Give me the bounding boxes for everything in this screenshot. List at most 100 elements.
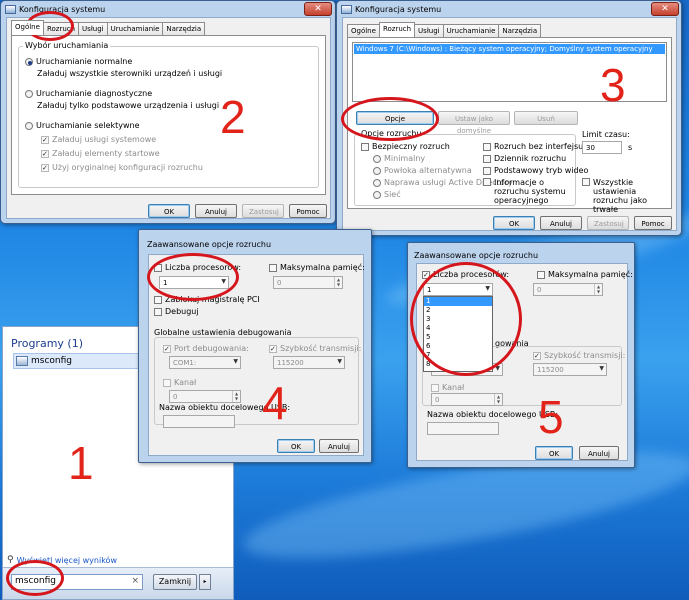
window-icon xyxy=(341,5,352,14)
debug-checkbox[interactable]: Debuguj xyxy=(154,307,199,316)
base-video-checkbox[interactable]: Podstawowy tryb wideo xyxy=(483,166,588,175)
checkbox-indicator xyxy=(483,142,491,151)
cancel-button[interactable]: Anuluj xyxy=(319,439,359,453)
normal-startup-desc: Załaduj wszystkie sterowniki urządzeń i … xyxy=(37,69,223,78)
tab-boot[interactable]: Rozruch xyxy=(378,22,416,37)
spinner-icon: ▲ ▼ xyxy=(334,277,342,288)
highlight-ring-search xyxy=(6,560,64,596)
cancel-button[interactable]: Anuluj xyxy=(579,446,619,460)
help-button[interactable]: Pomoc xyxy=(634,216,672,230)
ok-button[interactable]: OK xyxy=(148,204,190,218)
radio-indicator xyxy=(373,154,381,163)
debug-port-checkbox[interactable]: Port debugowania: xyxy=(163,344,249,353)
apply-button[interactable]: Zastosuj xyxy=(242,204,284,218)
search-icon: ⚲ xyxy=(7,555,14,565)
os-entry[interactable]: Windows 7 (C:\Windows) : Bieżący system … xyxy=(354,44,665,54)
channel-checkbox[interactable]: Kanał xyxy=(163,378,196,387)
highlight-ring-dropdown xyxy=(410,262,522,376)
debug-port-dropdown[interactable]: COM1: ▼ xyxy=(169,356,241,369)
checkbox-indicator xyxy=(269,263,277,272)
tab-general[interactable]: Ogólne xyxy=(11,20,44,35)
tab-general[interactable]: Ogólne xyxy=(347,24,380,37)
chevron-down-icon: ▼ xyxy=(337,358,342,365)
window-title: Konfiguracja systemu xyxy=(355,5,442,14)
close-button[interactable]: ✕ xyxy=(651,2,679,16)
os-boot-info-checkbox[interactable]: Informacje o rozruchu systemu operacyjne… xyxy=(483,178,576,205)
load-system-services-checkbox[interactable]: Załaduj usługi systemowe xyxy=(41,135,156,144)
cancel-button[interactable]: Anuluj xyxy=(540,216,582,230)
checkbox-indicator xyxy=(154,295,162,304)
tab-services[interactable]: Usługi xyxy=(78,22,108,35)
spinner-icon: ▲ ▼ xyxy=(494,394,502,405)
timeout-unit: s xyxy=(628,143,633,152)
radio-indicator xyxy=(373,166,381,175)
max-memory-input[interactable]: 0 ▲ ▼ xyxy=(533,283,603,296)
baud-rate-checkbox[interactable]: Szybkość transmisji: xyxy=(533,351,625,360)
startup-selection-group: Wybór uruchamiania Uruchamianie normalne… xyxy=(18,41,319,188)
usb-target-input[interactable] xyxy=(427,422,499,435)
max-memory-input[interactable]: 0 ▲ ▼ xyxy=(273,276,343,289)
checkbox-indicator xyxy=(483,166,491,175)
window-icon xyxy=(5,5,16,14)
close-button[interactable]: ✕ xyxy=(304,2,332,16)
window-client: Ogólne Rozruch Usługi Uruchamianie Narzę… xyxy=(6,17,331,219)
help-button[interactable]: Pomoc xyxy=(289,204,327,218)
spinner-icon: ▲ ▼ xyxy=(594,284,602,295)
checkbox-indicator xyxy=(163,344,171,353)
clear-icon[interactable]: × xyxy=(131,576,139,586)
safe-boot-checkbox[interactable]: Bezpieczny rozruch xyxy=(361,142,450,151)
network-radio[interactable]: Sieć xyxy=(373,190,401,199)
channel-checkbox[interactable]: Kanał xyxy=(431,383,464,392)
checkbox-indicator xyxy=(41,163,49,172)
radio-indicator xyxy=(373,178,381,187)
alternate-shell-radio[interactable]: Powłoka alternatywna xyxy=(373,166,472,175)
baud-rate-dropdown[interactable]: 115200 ▼ xyxy=(533,363,607,376)
highlight-ring-num-processors xyxy=(147,253,239,301)
timeout-input[interactable]: 30 xyxy=(582,141,622,154)
tab-startup[interactable]: Uruchamianie xyxy=(106,22,164,35)
channel-input[interactable]: 0 ▲ ▼ xyxy=(431,393,503,406)
selective-startup-radio[interactable]: Uruchamianie selektywne xyxy=(25,121,140,130)
tab-panel: Wybór uruchamiania Uruchamianie normalne… xyxy=(11,35,326,195)
baud-rate-checkbox[interactable]: Szybkość transmisji: xyxy=(269,344,361,353)
radio-indicator xyxy=(373,190,381,199)
checkbox-indicator xyxy=(154,307,162,316)
persistent-settings-checkbox[interactable]: Wszystkie ustawienia rozruchu jako trwał… xyxy=(582,178,669,214)
tab-tools[interactable]: Narzędzia xyxy=(498,24,542,37)
shutdown-options-arrow[interactable]: ▸ xyxy=(199,574,211,590)
tab-startup[interactable]: Uruchamianie xyxy=(442,24,500,37)
minimal-radio[interactable]: Minimalny xyxy=(373,154,425,163)
baud-rate-dropdown[interactable]: 115200 ▼ xyxy=(273,356,345,369)
tab-tools[interactable]: Narzędzia xyxy=(162,22,206,35)
max-memory-checkbox[interactable]: Maksymalna pamięć: xyxy=(537,270,633,279)
use-original-boot-config-checkbox[interactable]: Użyj oryginalnej konfiguracji rozruchu xyxy=(41,163,203,172)
checkbox-indicator xyxy=(537,270,545,279)
ok-button[interactable]: OK xyxy=(493,216,535,230)
tab-services[interactable]: Usługi xyxy=(414,24,444,37)
cancel-button[interactable]: Anuluj xyxy=(195,204,237,218)
normal-startup-radio[interactable]: Uruchamianie normalne xyxy=(25,57,132,66)
set-default-button[interactable]: Ustaw jako domyślne xyxy=(438,111,510,135)
timeout-label: Limit czasu: xyxy=(582,130,630,139)
checkbox-indicator xyxy=(163,378,171,387)
max-memory-checkbox[interactable]: Maksymalna pamięć: xyxy=(269,263,365,272)
delete-button[interactable]: Usuń xyxy=(514,111,578,125)
radio-indicator xyxy=(25,121,33,130)
shutdown-button[interactable]: Zamknij xyxy=(153,574,197,590)
load-startup-items-checkbox[interactable]: Załaduj elementy startowe xyxy=(41,149,160,158)
boot-log-checkbox[interactable]: Dziennik rozruchu xyxy=(483,154,566,163)
ok-button[interactable]: OK xyxy=(277,439,315,453)
channel-input[interactable]: 0 ▲ ▼ xyxy=(169,390,241,403)
checkbox-indicator xyxy=(41,149,49,158)
chevron-down-icon: ▼ xyxy=(233,358,238,365)
apply-button[interactable]: Zastosuj xyxy=(587,216,629,230)
tab-bar: Ogólne Rozruch Usługi Uruchamianie Narzę… xyxy=(11,20,206,35)
usb-target-input[interactable] xyxy=(163,415,235,428)
debug-settings-label: Globalne ustawienia debugowania xyxy=(154,328,292,337)
checkbox-indicator xyxy=(269,344,277,353)
diagnostic-startup-desc: Załaduj tylko podstawowe urządzenia i us… xyxy=(37,101,220,110)
diagnostic-startup-radio[interactable]: Uruchamianie diagnostyczne xyxy=(25,89,152,98)
checkbox-indicator xyxy=(533,351,541,360)
ok-button[interactable]: OK xyxy=(535,446,573,460)
checkbox-indicator xyxy=(41,135,49,144)
